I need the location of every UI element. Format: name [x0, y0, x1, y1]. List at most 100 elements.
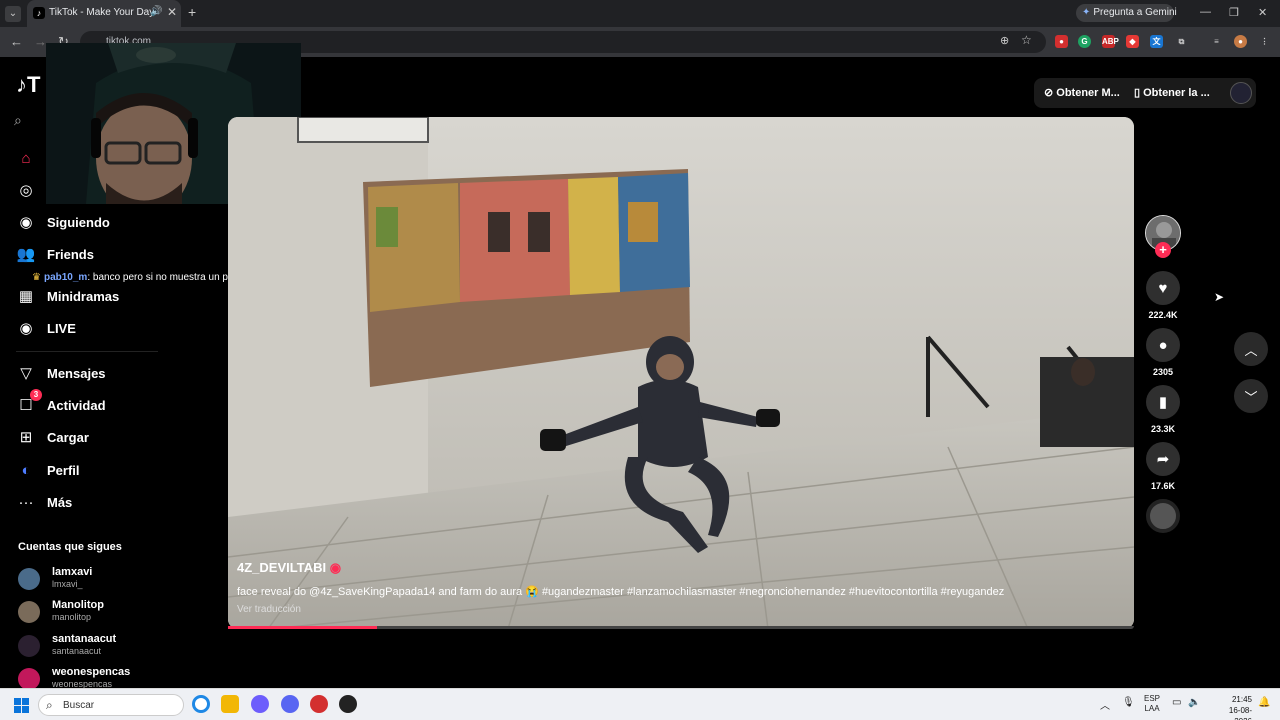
copilot-icon[interactable] — [251, 695, 269, 713]
share-button[interactable]: ➦ — [1146, 442, 1180, 476]
more-dots-icon: ··· — [18, 493, 34, 511]
tab-close-icon[interactable]: ✕ — [167, 5, 177, 19]
reading-list-icon[interactable]: ≡ — [1210, 35, 1223, 48]
minimize-icon[interactable]: — — [1200, 6, 1211, 18]
get-coins-button[interactable]: ⊘ Obtener M... — [1044, 86, 1120, 99]
inbox-icon: ☐ 3 — [16, 389, 42, 415]
video-author[interactable]: 4Z_DEVILTABI ◉ — [237, 560, 341, 576]
share-arrow-icon: ➦ — [1156, 451, 1170, 468]
video-progress-bar[interactable] — [228, 626, 1134, 629]
windows-start-icon[interactable] — [14, 698, 29, 713]
account-handle: manolitop — [52, 612, 92, 622]
sidebar-item-label: Actividad — [47, 397, 106, 413]
chevron-down-icon: ﹀ — [1244, 389, 1258, 405]
sidebar-item-label: Friends — [47, 246, 94, 262]
window-close-icon[interactable]: ✕ — [1258, 6, 1267, 19]
volume-icon[interactable]: 🔈 — [1188, 697, 1200, 708]
live-icon: ◉ — [19, 320, 33, 337]
sidebar-item-label: Más — [47, 494, 73, 510]
sidebar-item-activity[interactable]: ☐ 3 Actividad — [16, 389, 106, 416]
obs-icon[interactable] — [339, 695, 357, 713]
profile-avatar-icon[interactable]: ● — [1234, 35, 1247, 48]
save-count: 23.3K — [1150, 424, 1176, 434]
chrome-icon[interactable] — [192, 695, 210, 713]
sidebar-item-upload[interactable]: ⊞ Cargar — [16, 426, 89, 448]
restore-icon[interactable]: ❐ — [1229, 6, 1239, 19]
new-tab-icon[interactable]: + — [188, 4, 196, 20]
comment-button[interactable]: ● — [1146, 328, 1180, 362]
avatar — [18, 601, 40, 623]
language-indicator[interactable]: ESP LAA — [1144, 694, 1160, 714]
previous-video-button[interactable]: ︿ — [1234, 332, 1268, 366]
video-progress-fill — [228, 626, 378, 629]
gemini-button[interactable]: ✦ Pregunta a Gemini — [1076, 4, 1177, 22]
tiktok-favicon-icon: ♪ — [33, 7, 45, 19]
share-count: 17.6K — [1150, 481, 1176, 491]
sidebar-item-home[interactable]: ⌂ — [16, 147, 36, 169]
music-disc-icon[interactable] — [1146, 499, 1180, 533]
see-translation-link[interactable]: Ver traducción — [237, 604, 301, 615]
sidebar-item-label: Cargar — [47, 429, 89, 445]
heart-icon: ♥ — [1158, 279, 1168, 297]
sidebar-item-following[interactable]: ◉ Siguiendo — [16, 211, 110, 233]
sidebar-item-label: Perfil — [47, 462, 80, 478]
tray-chevron-icon[interactable]: ︿ — [1100, 697, 1110, 712]
mouse-cursor-icon: ➤ — [1214, 290, 1225, 304]
sidebar-item-live[interactable]: ◉ LIVE — [16, 317, 76, 339]
notification-bell-icon[interactable]: 🔔 — [1258, 697, 1270, 708]
extension-translate-icon[interactable]: 文 — [1150, 35, 1163, 48]
back-icon[interactable]: ← — [10, 34, 23, 49]
avatar — [18, 568, 40, 590]
sidebar-item-label: LIVE — [47, 320, 76, 336]
tab-search-icon[interactable]: ⌄ — [5, 6, 21, 22]
microphone-icon[interactable]: 🎙 — [1122, 697, 1135, 708]
save-button[interactable]: ▮ — [1146, 385, 1180, 419]
user-avatar[interactable] — [1230, 82, 1252, 104]
home-icon: ⌂ — [21, 149, 31, 167]
following-accounts-title: Cuentas que sigues — [18, 541, 122, 553]
clock[interactable]: 21:45 16-08-2026 — [1212, 694, 1252, 720]
account-handle: santanaacut — [52, 646, 102, 656]
chevron-up-icon: ︿ — [1244, 342, 1258, 358]
sidebar-item-label: Mensajes — [47, 365, 106, 381]
discord-icon[interactable] — [281, 695, 299, 713]
crown-icon: ♛ — [32, 272, 41, 283]
taskbar-search[interactable]: ⌕ Buscar — [38, 694, 184, 716]
like-count: 222.4K — [1148, 310, 1178, 320]
taskbar-search-label: Buscar — [63, 700, 95, 711]
grammarly-icon[interactable]: G — [1078, 35, 1091, 48]
compass-icon: ◎ — [19, 182, 33, 199]
next-video-button[interactable]: ﹀ — [1234, 379, 1268, 413]
browser-tab[interactable]: ♪ TikTok - Make Your Day 🔊 ✕ — [27, 0, 181, 27]
comment-count: 2305 — [1152, 367, 1174, 377]
search-icon[interactable]: ⌕ — [14, 112, 22, 129]
bookmark-star-icon[interactable]: ☆ — [1021, 33, 1032, 47]
sidebar-item-label: Siguiendo — [47, 214, 110, 230]
video-player[interactable] — [228, 117, 1134, 629]
sidebar-item-friends[interactable]: 👥 Friends — [16, 243, 94, 265]
extension-red-icon[interactable]: ● — [1055, 35, 1068, 48]
file-explorer-icon[interactable] — [221, 695, 239, 713]
zoom-icon[interactable]: ⊕ — [1000, 34, 1009, 47]
tiktok-logo[interactable]: ♪T — [16, 72, 40, 98]
sidebar-item-minidramas[interactable]: ▦ Minidramas — [16, 285, 119, 307]
extension-tag-icon[interactable]: ◆ — [1126, 35, 1139, 48]
activity-badge: 3 — [30, 389, 42, 401]
tab-audio-icon[interactable]: 🔊 — [150, 6, 162, 17]
like-button[interactable]: ♥ — [1146, 271, 1180, 305]
get-app-button[interactable]: ▯ Obtener la ... — [1134, 86, 1210, 99]
sidebar-item-more[interactable]: ··· Más — [16, 491, 73, 513]
sidebar-item-messages[interactable]: ▽ Mensajes — [16, 362, 106, 384]
friends-icon: 👥 — [16, 246, 36, 263]
account-name: weonespencas — [52, 666, 131, 678]
browser-menu-icon[interactable]: ⋮ — [1258, 35, 1271, 48]
send-icon: ▽ — [20, 365, 32, 382]
sidebar-item-profile[interactable]: ◐ Perfil — [16, 459, 80, 481]
adblock-icon[interactable]: ABP — [1102, 35, 1119, 48]
extensions-puzzle-icon[interactable]: ⧉ — [1175, 35, 1188, 48]
follow-plus-icon[interactable]: + — [1155, 242, 1171, 258]
network-icon[interactable]: ▭ — [1172, 697, 1181, 708]
video-caption: face reveal do @4z_SaveKingPapada14 and … — [237, 586, 1005, 598]
app-red-icon[interactable] — [310, 695, 328, 713]
sidebar-item-explore[interactable]: ◎ — [16, 179, 36, 201]
